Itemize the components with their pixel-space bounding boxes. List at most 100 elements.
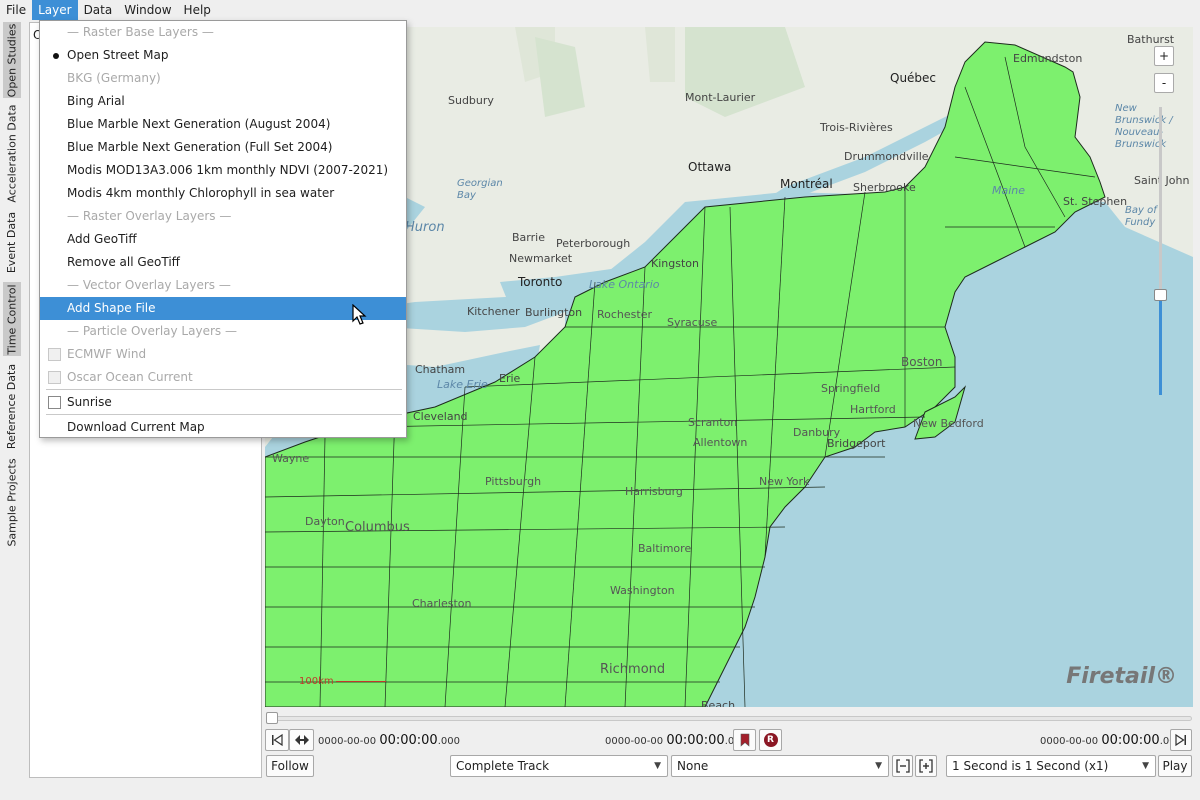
record-label: R	[767, 735, 774, 745]
map-label: Sudbury	[448, 94, 494, 107]
end-time: 0000-00-00 00:00:00.000	[1040, 733, 1182, 748]
map-label: Allentown	[693, 436, 748, 449]
map-label: New Bedford	[913, 417, 984, 430]
chevron-down-icon: ▼	[875, 761, 882, 771]
track-mode-value: Complete Track	[456, 759, 550, 773]
map-label: Peterborough	[556, 237, 631, 250]
radio-selected-icon	[53, 53, 59, 59]
track-mode-select[interactable]: Complete Track ▼	[450, 755, 668, 777]
map-label: Lake Erie	[437, 378, 488, 391]
play-button[interactable]: Play	[1158, 755, 1192, 777]
step-arrows-icon	[294, 735, 309, 745]
start-clock: 00:00:00	[379, 733, 438, 748]
collapse-button[interactable]	[892, 755, 913, 777]
playback-speed-select[interactable]: 1 Second is 1 Second (x1) ▼	[946, 755, 1156, 777]
menu-section-raster-overlay: — Raster Overlay Layers —	[67, 209, 232, 223]
map-label: Washington	[610, 584, 675, 597]
scale-bar: 100km	[299, 676, 386, 687]
zoom-out-button[interactable]: -	[1154, 73, 1174, 93]
map-label: Barrie	[512, 231, 545, 244]
menu-item-modis-chlorophyll[interactable]: Modis 4km monthly Chlorophyll in sea wat…	[40, 182, 406, 205]
tab-time-control[interactable]: Time Control	[3, 282, 21, 356]
menu-item-download-map[interactable]: Download Current Map	[40, 416, 406, 439]
menu-item-open-street-map[interactable]: Open Street Map	[40, 44, 406, 67]
menu-item-label: ECMWF Wind	[67, 347, 147, 361]
map-label: Erie	[499, 372, 521, 385]
zoom-slider-handle[interactable]	[1154, 289, 1167, 301]
mouse-cursor-icon	[352, 304, 367, 325]
zoom-in-button[interactable]: +	[1154, 46, 1174, 66]
map-label: Huron	[405, 220, 445, 235]
menu-layer[interactable]: Layer	[32, 0, 78, 20]
menu-item-modis-ndvi[interactable]: Modis MOD13A3.006 1km monthly NDVI (2007…	[40, 159, 406, 182]
current-time: 0000-00-00 00:00:00.000	[605, 733, 747, 748]
checkbox-icon	[48, 371, 61, 384]
map-label: Maine	[992, 184, 1026, 197]
map-label: Burlington	[525, 306, 583, 319]
map-label: Dayton	[305, 515, 345, 528]
tab-reference-data[interactable]: Reference Data	[3, 362, 21, 450]
end-clock: 00:00:00	[1101, 733, 1160, 748]
tab-open-studies[interactable]: Open Studies	[3, 22, 21, 98]
start-time: 0000-00-00 00:00:00.000	[318, 733, 460, 748]
menu-separator	[46, 389, 402, 390]
forest-patch	[645, 27, 675, 82]
jump-start-button[interactable]	[265, 729, 289, 751]
map-label: Toronto	[518, 275, 563, 289]
timeline-slider[interactable]	[267, 716, 1192, 721]
map-label: Kitchener	[467, 305, 520, 318]
menu-item-ecmwf-wind: ECMWF Wind	[40, 343, 406, 366]
checkbox-icon	[48, 348, 61, 361]
tab-event-data[interactable]: Event Data	[3, 208, 21, 276]
end-date: 0000-00-00	[1040, 736, 1099, 747]
map-label: Sherbrooke	[853, 181, 916, 194]
chevron-down-icon: ▼	[654, 761, 661, 771]
menu-section-vector-overlay: — Vector Overlay Layers —	[67, 278, 231, 292]
map-label: Georgian Bay	[457, 178, 503, 201]
menu-file[interactable]: File	[0, 0, 32, 20]
current-date: 0000-00-00	[605, 736, 664, 747]
menu-item-bing-arial[interactable]: Bing Arial	[40, 90, 406, 113]
map-label: Edmundston	[1013, 52, 1083, 65]
tab-label: Time Control	[5, 283, 19, 355]
tab-sample-projects[interactable]: Sample Projects	[3, 456, 21, 548]
layer-menu: — Raster Base Layers — Open Street Map B…	[39, 20, 407, 438]
track-selection-select[interactable]: None ▼	[671, 755, 889, 777]
menu-item-bkg-germany: BKG (Germany)	[67, 71, 161, 85]
timeline-handle[interactable]	[266, 712, 278, 724]
expand-button[interactable]	[915, 755, 937, 777]
menu-item-remove-geotiff[interactable]: Remove all GeoTiff	[40, 251, 406, 274]
tab-acceleration-data[interactable]: Acceleration Data	[3, 102, 21, 204]
record-button[interactable]: R	[759, 729, 782, 751]
checkbox-icon[interactable]	[48, 396, 61, 409]
map-label: Hartford	[850, 403, 896, 416]
menu-item-add-geotiff[interactable]: Add GeoTiff	[40, 228, 406, 251]
bookmark-icon	[740, 733, 749, 747]
playback-speed-value: 1 Second is 1 Second (x1)	[952, 759, 1109, 773]
map-label: Columbus	[345, 520, 410, 535]
map-label: Québec	[890, 71, 937, 85]
menu-item-sunrise[interactable]: Sunrise	[40, 391, 406, 414]
menu-separator	[46, 414, 402, 415]
chevron-down-icon: ▼	[1142, 761, 1149, 771]
current-clock: 00:00:00	[666, 733, 725, 748]
step-button[interactable]	[289, 729, 314, 751]
menu-data[interactable]: Data	[78, 0, 119, 20]
bookmark-button[interactable]	[733, 729, 756, 751]
menu-window[interactable]: Window	[118, 0, 177, 20]
menu-help[interactable]: Help	[178, 0, 217, 20]
map-label: Ottawa	[688, 160, 732, 174]
map-label: Kingston	[651, 257, 699, 270]
menu-bar: File Layer Data Window Help	[0, 0, 1200, 20]
menu-item-blue-marble-full[interactable]: Blue Marble Next Generation (Full Set 20…	[40, 136, 406, 159]
follow-button[interactable]: Follow	[266, 755, 314, 777]
skip-forward-icon	[1175, 733, 1186, 747]
sidebar-tabs: Open Studies Acceleration Data Event Dat…	[0, 20, 24, 580]
menu-item-blue-marble-august[interactable]: Blue Marble Next Generation (August 2004…	[40, 113, 406, 136]
menu-item-label: Open Street Map	[67, 48, 169, 62]
map-label: Lake Ontario	[589, 278, 660, 291]
jump-end-button[interactable]	[1170, 729, 1192, 751]
scale-line	[335, 680, 386, 682]
map-label: New Brunswick / Nouveau-Brunswick	[1115, 103, 1173, 150]
map-label: Wayne	[272, 452, 310, 465]
